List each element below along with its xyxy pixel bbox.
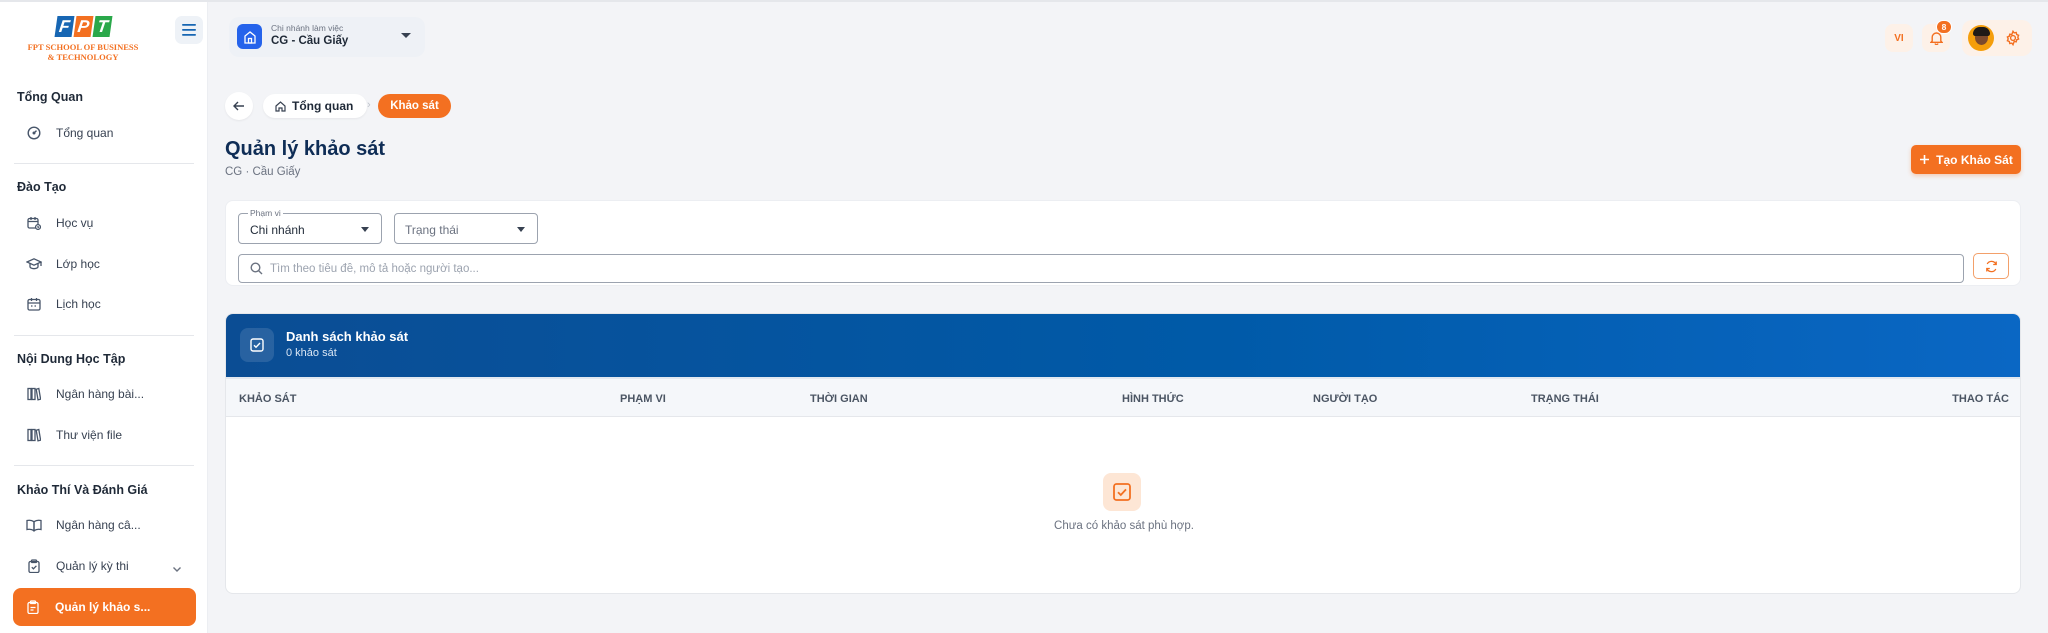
notification-badge: 8	[1936, 20, 1952, 34]
branch-value: CG - Cầu Giấy	[271, 35, 349, 47]
sidebar-item-file-library[interactable]: Thư viện file	[14, 417, 196, 453]
column-header-status[interactable]: TRẠNG THÁI	[1531, 393, 1599, 405]
clipboard-check-icon	[26, 558, 42, 574]
sidebar-divider	[14, 163, 194, 164]
column-header-actions: THAO TÁC	[1952, 393, 2009, 405]
user-menu[interactable]	[1962, 20, 2032, 56]
avatar-hair	[1973, 27, 1990, 36]
book-open-icon	[26, 517, 42, 533]
caret-down-icon	[517, 227, 525, 232]
sidebar-item-label: Quản lý kỳ thi	[56, 559, 129, 573]
logo-letter-f: F	[54, 16, 75, 37]
library-icon	[26, 427, 42, 443]
brand-line-1: FPT SCHOOL OF BUSINESS	[27, 42, 139, 52]
sidebar-item-exam-management[interactable]: Quản lý kỳ thi	[14, 548, 196, 584]
column-header-creator[interactable]: NGƯỜI TẠO	[1313, 393, 1377, 405]
sidebar-item-label: Tổng quan	[56, 126, 114, 140]
sidebar-toggle-button[interactable]	[175, 16, 203, 44]
calendar-icon	[26, 296, 42, 312]
table-column-headers: KHẢO SÁT PHẠM VI THỜI GIAN HÌNH THỨC NGƯ…	[226, 377, 2020, 417]
filter-panel: Phạm vi Chi nhánh Trạng thái	[225, 200, 2021, 286]
table-count: 0 khảo sát	[286, 347, 337, 359]
dashboard-icon	[26, 125, 42, 141]
logo-letter-t: T	[92, 16, 113, 37]
sidebar-item-question-bank[interactable]: Ngân hàng câ...	[14, 507, 196, 543]
graduation-cap-icon	[26, 256, 42, 272]
arrow-left-icon	[233, 101, 244, 111]
page-subtitle: CG · Cầu Giấy	[225, 166, 301, 178]
sidebar-item-survey-management[interactable]: Quản lý khảo s...	[13, 588, 196, 626]
table-title: Danh sách khảo sát	[286, 329, 409, 344]
search-field[interactable]	[238, 254, 1964, 283]
brand-name: FPT SCHOOL OF BUSINESS & TECHNOLOGY	[18, 42, 148, 62]
page-title: Quản lý khảo sát	[225, 138, 386, 160]
brand-line-2: & TECHNOLOGY	[47, 52, 119, 62]
scope-select[interactable]: Phạm vi Chi nhánh	[238, 208, 382, 244]
fpt-logo-mark: F P T	[54, 16, 113, 37]
clipboard-list-icon	[25, 599, 41, 615]
caret-down-icon	[401, 33, 411, 38]
chevron-down-icon	[172, 560, 182, 578]
building-icon	[237, 24, 262, 49]
section-title-learning-content: Nội Dung Học Tập	[17, 352, 126, 366]
home-icon	[275, 100, 286, 112]
sidebar-item-label: Ngân hàng câ...	[56, 518, 141, 532]
sidebar: F P T FPT SCHOOL OF BUSINESS & TECHNOLOG…	[0, 2, 208, 633]
branch-selector[interactable]: Chi nhánh làm việc CG - Cầu Giấy	[229, 17, 425, 57]
sidebar-item-label: Ngân hàng bài...	[56, 387, 145, 401]
checkbox-icon	[1113, 483, 1131, 501]
table-header: Danh sách khảo sát 0 khảo sát	[226, 314, 2020, 377]
refresh-icon	[1985, 260, 1997, 272]
column-header-scope[interactable]: PHẠM VI	[620, 393, 666, 405]
hamburger-icon	[182, 24, 196, 36]
column-header-survey[interactable]: KHẢO SÁT	[239, 393, 296, 405]
section-title-assessment: Khảo Thí Và Đánh Giá	[17, 483, 148, 497]
sidebar-item-academic-affairs[interactable]: Học vụ	[14, 205, 196, 241]
gear-icon[interactable]	[2005, 29, 2021, 51]
sidebar-item-label: Học vụ	[56, 216, 94, 230]
survey-table-card: Danh sách khảo sát 0 khảo sát KHẢO SÁT P…	[225, 313, 2021, 594]
brand-logo[interactable]: F P T FPT SCHOOL OF BUSINESS & TECHNOLOG…	[18, 16, 148, 66]
sidebar-item-label: Lớp học	[56, 257, 100, 271]
sidebar-item-label: Quản lý khảo s...	[55, 600, 151, 614]
top-border	[0, 0, 2048, 2]
branch-label: Chi nhánh làm việc	[271, 23, 344, 33]
breadcrumb-home[interactable]: Tổng quan	[263, 94, 368, 118]
status-select-placeholder: Trạng thái	[405, 223, 459, 237]
scope-select-label: Phạm vi	[248, 208, 283, 218]
sidebar-item-lesson-bank[interactable]: Ngân hàng bài...	[14, 376, 196, 412]
create-survey-button[interactable]: Tạo Khảo Sát	[1911, 145, 2021, 174]
sidebar-divider	[14, 335, 194, 336]
search-input[interactable]	[270, 259, 1950, 279]
section-title-training: Đào Tạo	[17, 180, 67, 194]
back-button[interactable]	[225, 92, 253, 120]
checkbox-icon	[240, 328, 274, 362]
sidebar-item-schedule[interactable]: Lịch học	[14, 286, 196, 322]
chevron-right-icon: ›	[367, 99, 371, 111]
empty-state-icon	[1103, 473, 1141, 511]
search-icon	[250, 262, 263, 280]
scope-select-value: Chi nhánh	[250, 223, 305, 237]
column-header-time[interactable]: THỜI GIAN	[810, 393, 868, 405]
plus-icon	[1920, 155, 1930, 164]
section-title-overview: Tổng Quan	[17, 90, 83, 104]
create-survey-label: Tạo Khảo Sát	[1936, 152, 2013, 167]
sidebar-item-overview[interactable]: Tổng quan	[14, 115, 196, 151]
library-icon	[26, 386, 42, 402]
breadcrumb-home-label: Tổng quan	[292, 99, 354, 113]
caret-down-icon	[361, 227, 369, 232]
breadcrumb-current: Khảo sát	[378, 94, 451, 118]
refresh-button[interactable]	[1973, 253, 2009, 279]
sidebar-item-classes[interactable]: Lớp học	[14, 246, 196, 282]
sidebar-item-label: Lịch học	[56, 297, 101, 311]
sidebar-divider	[14, 465, 194, 466]
status-select[interactable]: Trạng thái	[394, 213, 538, 244]
sidebar-item-label: Thư viện file	[56, 428, 123, 442]
avatar[interactable]	[1968, 25, 1994, 51]
academic-calendar-icon	[26, 215, 42, 231]
logo-letter-p: P	[73, 16, 94, 37]
column-header-format[interactable]: HÌNH THỨC	[1122, 393, 1184, 405]
empty-state-message: Chưa có khảo sát phù hợp.	[1054, 520, 1194, 532]
language-button[interactable]: VI	[1885, 24, 1913, 52]
